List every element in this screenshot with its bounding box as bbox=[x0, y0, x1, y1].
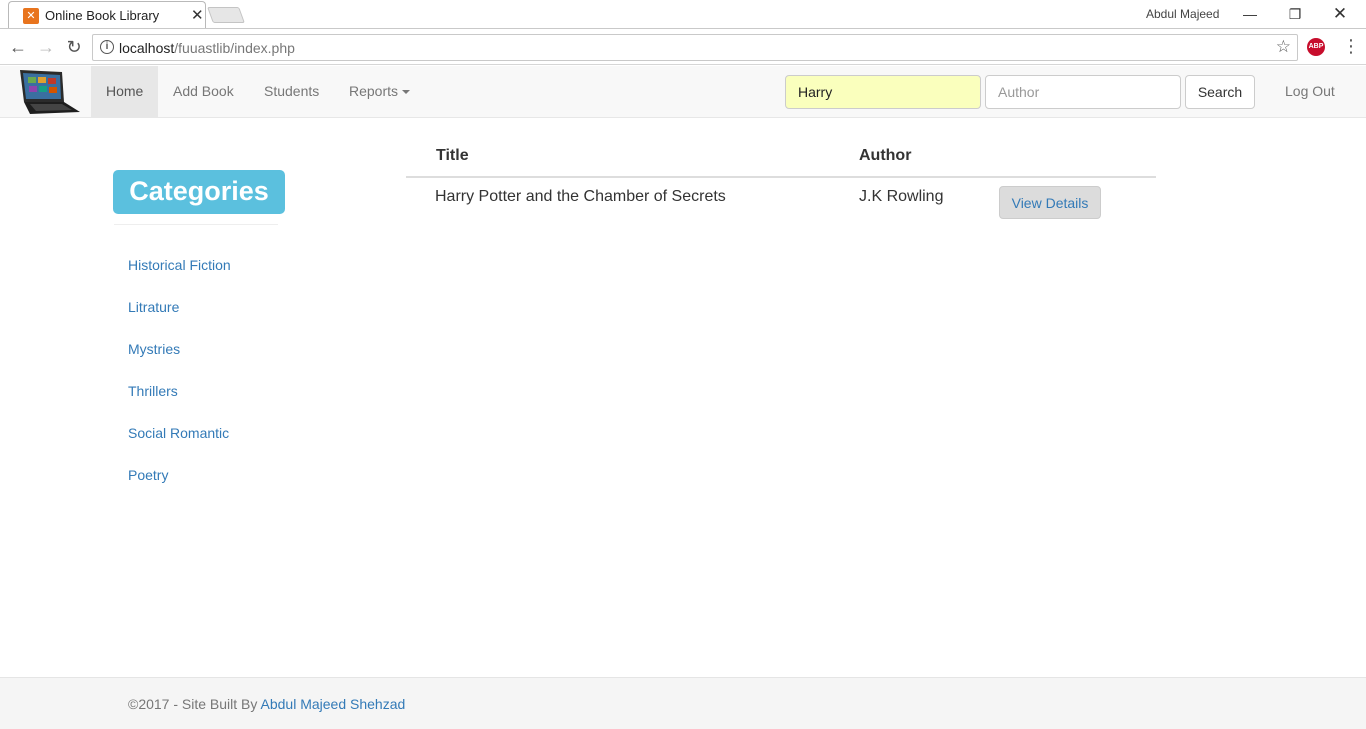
site-navbar: Home Add Book Students Reports Search Lo… bbox=[0, 66, 1366, 118]
footer-copyright: ©2017 - Site Built By bbox=[128, 696, 261, 712]
url-text[interactable]: localhost/fuuastlib/index.php bbox=[119, 40, 295, 56]
book-author-cell: J.K Rowling bbox=[859, 188, 944, 205]
book-title-cell: Harry Potter and the Chamber of Secrets bbox=[435, 188, 726, 205]
new-tab-button[interactable] bbox=[207, 7, 245, 23]
category-poetry[interactable]: Poetry bbox=[128, 467, 168, 483]
reload-icon[interactable]: ↻ bbox=[63, 36, 85, 58]
nav-home[interactable]: Home bbox=[91, 66, 159, 117]
table-header-divider bbox=[406, 176, 1156, 178]
search-button[interactable]: Search bbox=[1185, 75, 1255, 109]
url-host: localhost bbox=[119, 40, 175, 56]
footer-author-link[interactable]: Abdul Majeed Shehzad bbox=[261, 696, 406, 712]
category-mystries[interactable]: Mystries bbox=[128, 341, 180, 357]
browser-toolbar: ← → ↻ i localhost/fuuastlib/index.php ☆ … bbox=[0, 30, 1366, 65]
forward-arrow-icon[interactable]: → bbox=[35, 36, 57, 58]
categories-divider bbox=[114, 224, 278, 225]
category-thrillers[interactable]: Thrillers bbox=[128, 383, 178, 399]
logout-link[interactable]: Log Out bbox=[1270, 66, 1350, 117]
nav-reports-label: Reports bbox=[349, 83, 399, 99]
column-header-title: Title bbox=[436, 147, 469, 164]
footer-text: ©2017 - Site Built By Abdul Majeed Shehz… bbox=[128, 696, 405, 712]
browser-tab[interactable]: ✕ Online Book Library ✕ bbox=[8, 1, 206, 29]
url-path: /fuuastlib/index.php bbox=[174, 40, 295, 56]
close-tab-icon[interactable]: ✕ bbox=[191, 6, 204, 24]
restore-icon[interactable]: ❐ bbox=[1273, 2, 1317, 26]
browser-tabstrip: ✕ Online Book Library ✕ Abdul Majeed — ❐… bbox=[0, 0, 1366, 30]
adblock-plus-icon[interactable]: ABP bbox=[1307, 38, 1325, 56]
minimize-icon[interactable]: — bbox=[1228, 2, 1272, 26]
category-social-romantic[interactable]: Social Romantic bbox=[128, 425, 229, 441]
title-search-input[interactable] bbox=[785, 75, 981, 109]
view-details-button[interactable]: View Details bbox=[999, 186, 1101, 219]
nav-students[interactable]: Students bbox=[249, 66, 334, 117]
address-bar[interactable]: i localhost/fuuastlib/index.php ☆ bbox=[92, 34, 1298, 61]
browser-menu-icon[interactable]: ⋮ bbox=[1342, 36, 1360, 57]
bookmark-star-icon[interactable]: ☆ bbox=[1276, 37, 1291, 57]
categories-heading: Categories bbox=[113, 170, 285, 214]
site-info-icon[interactable]: i bbox=[100, 40, 114, 54]
back-arrow-icon[interactable]: ← bbox=[7, 36, 29, 58]
site-footer: ©2017 - Site Built By Abdul Majeed Shehz… bbox=[0, 677, 1366, 729]
column-header-author: Author bbox=[859, 147, 912, 164]
close-window-icon[interactable]: ✕ bbox=[1318, 2, 1362, 26]
profile-name[interactable]: Abdul Majeed bbox=[1146, 7, 1219, 21]
caret-down-icon bbox=[402, 90, 411, 95]
tab-title: Online Book Library bbox=[45, 8, 160, 23]
nav-reports[interactable]: Reports bbox=[334, 66, 425, 117]
tabstrip-divider bbox=[0, 28, 1366, 29]
category-historical-fiction[interactable]: Historical Fiction bbox=[128, 257, 231, 273]
category-litrature[interactable]: Litrature bbox=[128, 299, 179, 315]
author-search-input[interactable] bbox=[985, 75, 1181, 109]
xampp-favicon-icon: ✕ bbox=[23, 8, 39, 24]
library-logo-icon[interactable] bbox=[14, 68, 82, 116]
nav-add-book[interactable]: Add Book bbox=[158, 66, 249, 117]
